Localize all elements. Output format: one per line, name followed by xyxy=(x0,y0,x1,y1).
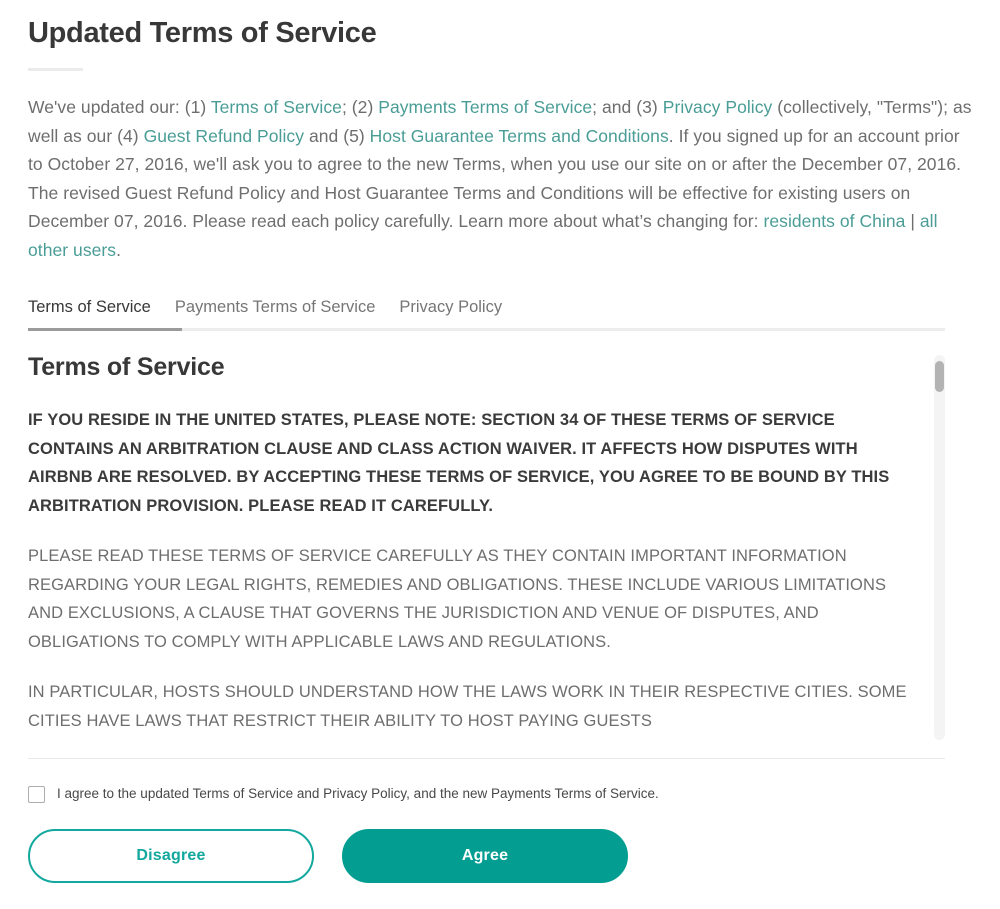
page-title: Updated Terms of Service xyxy=(28,17,377,49)
action-buttons: Disagree Agree xyxy=(28,829,972,883)
intro-text-5: and (5) xyxy=(304,125,370,146)
link-terms-of-service[interactable]: Terms of Service xyxy=(211,97,342,117)
terms-of-service-page: Updated Terms of Service We've updated o… xyxy=(0,0,1000,909)
document-arbitration-notice: IF YOU RESIDE IN THE UNITED STATES, PLEA… xyxy=(28,411,890,515)
intro-paragraph: We've updated our: (1) Terms of Service;… xyxy=(28,71,972,264)
intro-text-7: . xyxy=(116,239,122,260)
tab-underline-track xyxy=(28,328,945,331)
tab-active-indicator xyxy=(28,328,182,331)
agree-checkbox-row: I agree to the updated Terms of Service … xyxy=(28,785,972,803)
tab-payments-terms-of-service[interactable]: Payments Terms of Service xyxy=(175,297,376,317)
document-scrollbar[interactable] xyxy=(934,355,945,740)
tab-list: Terms of Service Payments Terms of Servi… xyxy=(28,297,972,328)
document-paragraph-2: IN PARTICULAR, HOSTS SHOULD UNDERSTAND H… xyxy=(28,683,907,730)
link-payments-terms-of-service[interactable]: Payments Terms of Service xyxy=(378,97,592,117)
link-privacy-policy[interactable]: Privacy Policy xyxy=(663,97,773,117)
intro-text-2: ; (2) xyxy=(341,97,379,117)
tab-terms-of-service[interactable]: Terms of Service xyxy=(28,297,151,317)
document-content: Terms of Service IF YOU RESIDE IN THE UN… xyxy=(28,351,945,744)
link-separator: | xyxy=(905,211,920,231)
footer-divider xyxy=(28,758,945,759)
agree-button[interactable]: Agree xyxy=(342,829,628,883)
intro-text-3: ; and (3) xyxy=(592,97,663,117)
document-paragraph-1: PLEASE READ THESE TERMS OF SERVICE CAREF… xyxy=(28,547,887,651)
agree-checkbox[interactable] xyxy=(28,785,45,803)
link-guest-refund-policy[interactable]: Guest Refund Policy xyxy=(144,126,304,146)
document-scroll-panel[interactable]: Terms of Service IF YOU RESIDE IN THE UN… xyxy=(28,351,945,744)
intro-text-1: We've updated our: (1) xyxy=(28,97,211,117)
tabs-container: Terms of Service Payments Terms of Servi… xyxy=(28,297,972,331)
disagree-button[interactable]: Disagree xyxy=(28,829,314,883)
link-host-guarantee-terms[interactable]: Host Guarantee Terms and Conditions xyxy=(370,126,669,146)
tab-privacy-policy[interactable]: Privacy Policy xyxy=(399,297,502,317)
scrollbar-thumb[interactable] xyxy=(935,361,944,392)
document-heading: Terms of Service xyxy=(28,353,225,381)
link-residents-of-china[interactable]: residents of China xyxy=(764,211,906,231)
agree-checkbox-label: I agree to the updated Terms of Service … xyxy=(57,786,659,801)
